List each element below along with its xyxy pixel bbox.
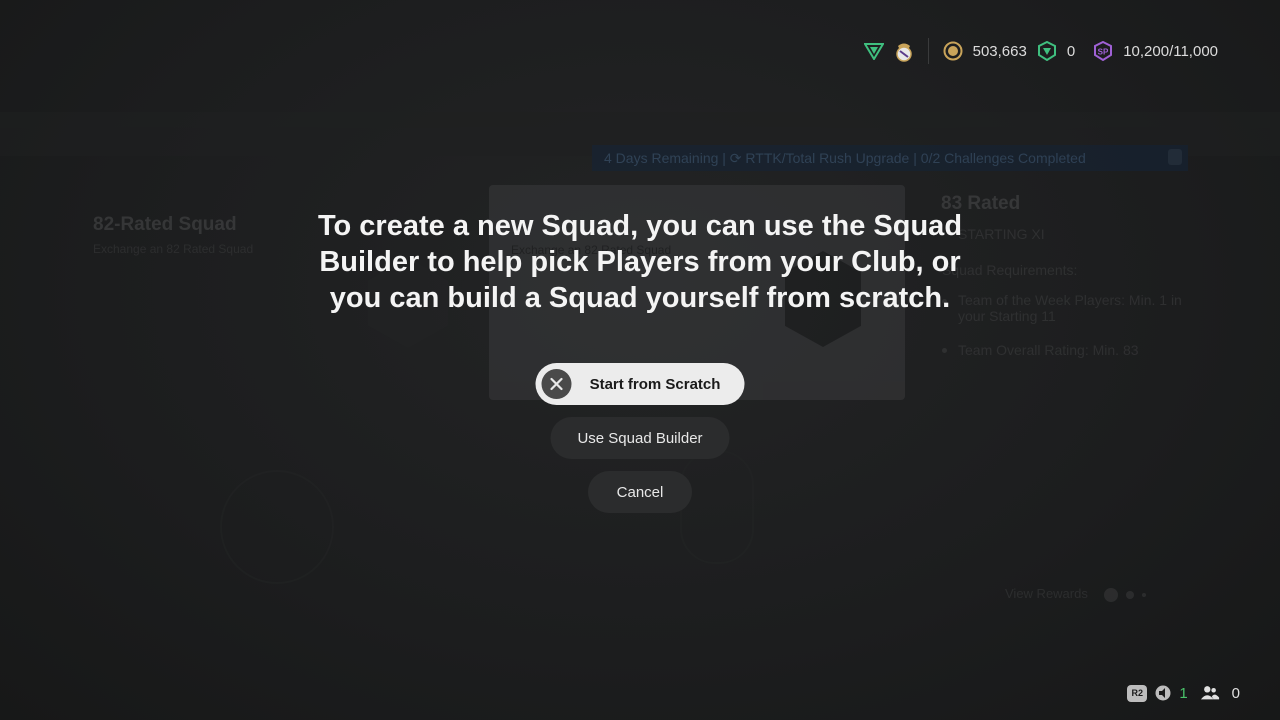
season-points-value: 10,200/11,000 bbox=[1123, 42, 1218, 60]
background-left-subtitle: Exchange an 82 Rated Squad bbox=[93, 242, 254, 256]
currency-divider bbox=[927, 38, 929, 64]
season-points-icon: SP bbox=[1093, 41, 1113, 61]
friends-icon bbox=[1200, 683, 1220, 703]
cancel-button[interactable]: Cancel bbox=[588, 471, 692, 513]
pager-dot bbox=[1126, 591, 1134, 599]
pager-dot bbox=[1104, 588, 1118, 602]
pager-dot bbox=[1142, 593, 1146, 597]
coins-value: 503,663 bbox=[972, 42, 1027, 60]
game-screen: 4 Days Remaining | ⟳ RTTK/Total Rush Upg… bbox=[0, 0, 1280, 720]
background-view-rewards: View Rewards bbox=[1005, 586, 1088, 601]
background-left-title: 82-Rated Squad bbox=[93, 214, 237, 235]
cancel-label: Cancel bbox=[616, 483, 664, 501]
background-banner-text: 4 Days Remaining | ⟳ RTTK/Total Rush Upg… bbox=[604, 150, 1086, 166]
ea-fc-logo-icon bbox=[863, 41, 884, 61]
bullet-icon bbox=[942, 348, 947, 353]
coin-icon bbox=[943, 41, 963, 61]
currency-bar: 503,663 0 SP 10,200/11,000 bbox=[863, 38, 1218, 64]
friends-count: 0 bbox=[1231, 684, 1240, 702]
banner-info-icon bbox=[1168, 149, 1182, 165]
dialog-message: To create a new Squad, you can use the S… bbox=[317, 210, 963, 314]
speaker-icon bbox=[1153, 683, 1173, 703]
background-circle-decoration bbox=[680, 450, 754, 564]
start-from-scratch-button[interactable]: Start from Scratch bbox=[535, 363, 745, 405]
use-squad-builder-label: Use Squad Builder bbox=[577, 429, 703, 447]
background-requirement: Team of the Week Players: Min. 1 in your… bbox=[958, 292, 1182, 324]
close-icon bbox=[541, 369, 572, 399]
background-layer: 4 Days Remaining | ⟳ RTTK/Total Rush Upg… bbox=[0, 0, 1280, 720]
fc-points-icon bbox=[1037, 41, 1057, 61]
points-value: 0 bbox=[1066, 42, 1076, 60]
r2-button-icon: R2 bbox=[1127, 684, 1148, 702]
background-pager-dots bbox=[1104, 588, 1146, 602]
svg-text:SP: SP bbox=[1098, 48, 1109, 57]
use-squad-builder-button[interactable]: Use Squad Builder bbox=[550, 417, 730, 459]
background-requirement: Team Overall Rating: Min. 83 bbox=[958, 342, 1139, 358]
background-circle-decoration bbox=[220, 470, 334, 584]
club-crest-icon bbox=[894, 41, 914, 62]
notifications-count: 1 bbox=[1179, 684, 1188, 702]
start-from-scratch-label: Start from Scratch bbox=[589, 375, 721, 393]
status-bar: R2 1 0 bbox=[1127, 682, 1240, 704]
background-banner: 4 Days Remaining | ⟳ RTTK/Total Rush Upg… bbox=[592, 145, 1188, 171]
